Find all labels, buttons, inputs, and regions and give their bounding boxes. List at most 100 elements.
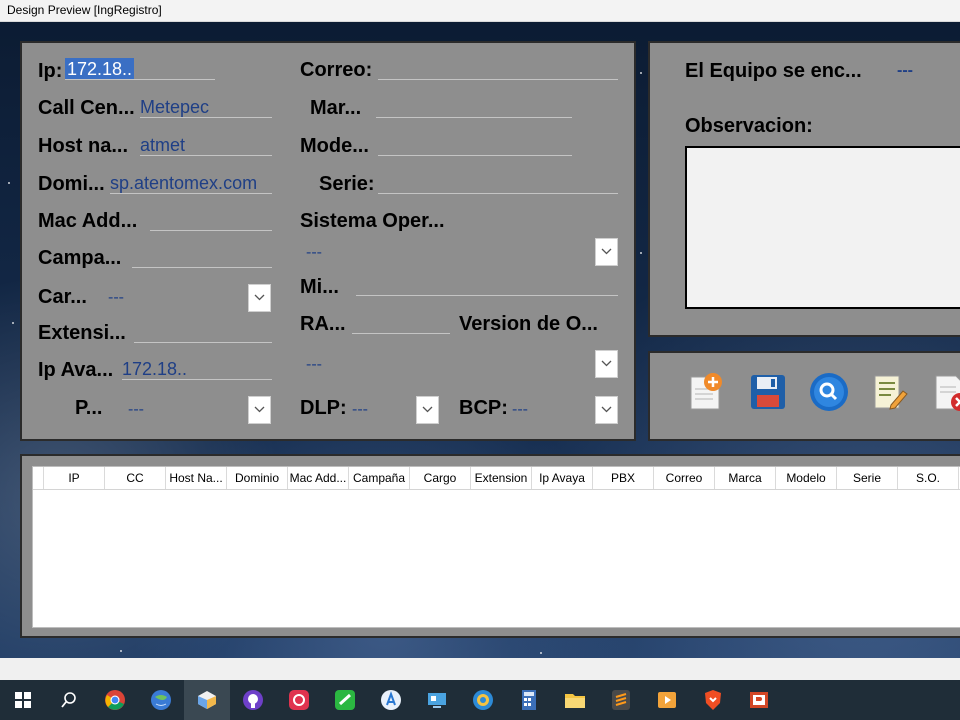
globe-icon[interactable] bbox=[138, 680, 184, 720]
extension-label: Extensi... bbox=[38, 322, 126, 344]
hostname-underline bbox=[140, 155, 272, 156]
column-header[interactable]: Ip Avaya bbox=[532, 467, 593, 489]
chevron-down-icon bbox=[254, 406, 265, 413]
chrome-icon[interactable] bbox=[92, 680, 138, 720]
version-dropdown[interactable] bbox=[595, 350, 618, 378]
chevron-down-icon bbox=[601, 248, 612, 255]
column-header[interactable]: Host Na... bbox=[166, 467, 227, 489]
column-header[interactable]: Extension bbox=[471, 467, 532, 489]
ram-input[interactable] bbox=[352, 333, 450, 334]
column-header[interactable]: IP bbox=[44, 467, 105, 489]
delete-document-icon[interactable] bbox=[930, 371, 960, 413]
so-value: --- bbox=[306, 244, 322, 261]
window-title: Design Preview [IngRegistro] bbox=[7, 3, 162, 17]
brave-icon[interactable] bbox=[690, 680, 736, 720]
dlp-value: --- bbox=[352, 401, 368, 418]
version-label: Version de O... bbox=[459, 313, 598, 335]
cargo-label: Car... bbox=[38, 286, 87, 308]
monitor-icon[interactable] bbox=[414, 680, 460, 720]
observacion-textarea[interactable] bbox=[685, 146, 960, 309]
column-header[interactable]: CC bbox=[105, 467, 166, 489]
column-header[interactable]: Cargo bbox=[410, 467, 471, 489]
so-dropdown[interactable] bbox=[595, 238, 618, 266]
equipo-label: El Equipo se enc... bbox=[685, 60, 862, 82]
callcenter-underline bbox=[140, 117, 272, 118]
edit-document-icon[interactable] bbox=[869, 371, 911, 413]
whatsapp-icon[interactable] bbox=[322, 680, 368, 720]
serie-input[interactable] bbox=[378, 193, 618, 194]
new-document-icon[interactable] bbox=[685, 371, 727, 413]
mi-label: Mi... bbox=[300, 276, 339, 298]
column-header[interactable]: PBX bbox=[593, 467, 654, 489]
marca-input[interactable] bbox=[376, 117, 572, 118]
column-header[interactable]: Marca bbox=[715, 467, 776, 489]
column-header[interactable]: Dominio bbox=[227, 467, 288, 489]
sublime-icon[interactable] bbox=[598, 680, 644, 720]
app-cube-icon[interactable] bbox=[184, 680, 230, 720]
cargo-dropdown[interactable] bbox=[248, 284, 271, 312]
correo-label: Correo: bbox=[300, 59, 373, 81]
dominio-label: Domi... bbox=[38, 173, 105, 195]
campana-label: Campa... bbox=[38, 247, 122, 269]
column-header[interactable]: Serie bbox=[837, 467, 898, 489]
extension-input[interactable] bbox=[134, 342, 272, 343]
calculator-icon[interactable] bbox=[506, 680, 552, 720]
ip-input[interactable]: 172.18.. bbox=[65, 58, 135, 80]
ipavaya-label: Ip Ava... bbox=[38, 359, 114, 381]
pbx-value: --- bbox=[128, 401, 144, 418]
file-explorer-icon[interactable] bbox=[552, 680, 598, 720]
column-header[interactable]: Mac Add... bbox=[288, 467, 349, 489]
mac-input[interactable] bbox=[150, 230, 272, 231]
chevron-down-icon bbox=[254, 294, 265, 301]
chevron-down-icon bbox=[601, 406, 612, 413]
correo-input[interactable] bbox=[378, 79, 618, 80]
dominio-input[interactable]: sp.atentomex.com bbox=[110, 172, 257, 194]
hostname-input[interactable]: atmet bbox=[140, 134, 185, 156]
bcp-label: BCP: bbox=[459, 397, 508, 419]
bcp-dropdown[interactable] bbox=[595, 396, 618, 424]
column-header[interactable]: Campaña bbox=[349, 467, 410, 489]
column-header[interactable]: S.O. bbox=[898, 467, 959, 489]
cargo-value: --- bbox=[108, 289, 124, 306]
observacion-label: Observacion: bbox=[685, 115, 813, 137]
vmware-icon[interactable] bbox=[460, 680, 506, 720]
search-icon[interactable] bbox=[46, 680, 92, 720]
save-floppy-icon[interactable] bbox=[747, 371, 789, 413]
ipavaya-input[interactable]: 172.18.. bbox=[122, 358, 187, 380]
records-table[interactable]: IP CC Host Na... Dominio Mac Add... Campaña Ca… bbox=[32, 466, 960, 628]
marca-label: Mar... bbox=[310, 97, 362, 119]
bcp-value: --- bbox=[512, 401, 528, 418]
camera-app-icon[interactable] bbox=[276, 680, 322, 720]
row-selector-header bbox=[33, 467, 44, 489]
equipo-value: --- bbox=[897, 62, 913, 79]
hostname-label: Host na... bbox=[38, 135, 129, 157]
table-header: IP CC Host Na... Dominio Mac Add... Campaña Ca… bbox=[33, 467, 960, 490]
mac-label: Mac Add... bbox=[38, 210, 138, 232]
ip-label: Ip: bbox=[38, 60, 63, 82]
appstore-icon[interactable] bbox=[368, 680, 414, 720]
equipment-form-panel: Ip: 172.18.. Call Cen... Metepec Host na… bbox=[20, 41, 636, 441]
media-player-icon[interactable] bbox=[644, 680, 690, 720]
github-icon[interactable] bbox=[230, 680, 276, 720]
pbx-label: P... bbox=[75, 397, 103, 419]
chevron-down-icon bbox=[422, 406, 433, 413]
form-background: Ip: 172.18.. Call Cen... Metepec Host na… bbox=[0, 22, 960, 658]
toolbar-panel bbox=[648, 351, 960, 441]
dlp-dropdown[interactable] bbox=[416, 396, 439, 424]
modelo-input[interactable] bbox=[378, 155, 572, 156]
callcenter-input[interactable]: Metepec bbox=[140, 96, 209, 118]
search-icon[interactable] bbox=[808, 371, 850, 413]
column-header[interactable]: Modelo bbox=[776, 467, 837, 489]
modelo-label: Mode... bbox=[300, 135, 369, 157]
windows-taskbar bbox=[0, 680, 960, 720]
mi-input[interactable] bbox=[356, 295, 618, 296]
windows-start-icon[interactable] bbox=[0, 680, 46, 720]
pbx-dropdown[interactable] bbox=[248, 396, 271, 424]
campana-input[interactable] bbox=[132, 267, 272, 268]
callcenter-label: Call Cen... bbox=[38, 97, 135, 119]
column-header[interactable]: Correo bbox=[654, 467, 715, 489]
dlp-label: DLP: bbox=[300, 397, 347, 419]
status-panel: El Equipo se enc... --- Observacion: bbox=[648, 41, 960, 337]
dominio-underline bbox=[110, 193, 272, 194]
powerpoint-icon[interactable] bbox=[736, 680, 782, 720]
